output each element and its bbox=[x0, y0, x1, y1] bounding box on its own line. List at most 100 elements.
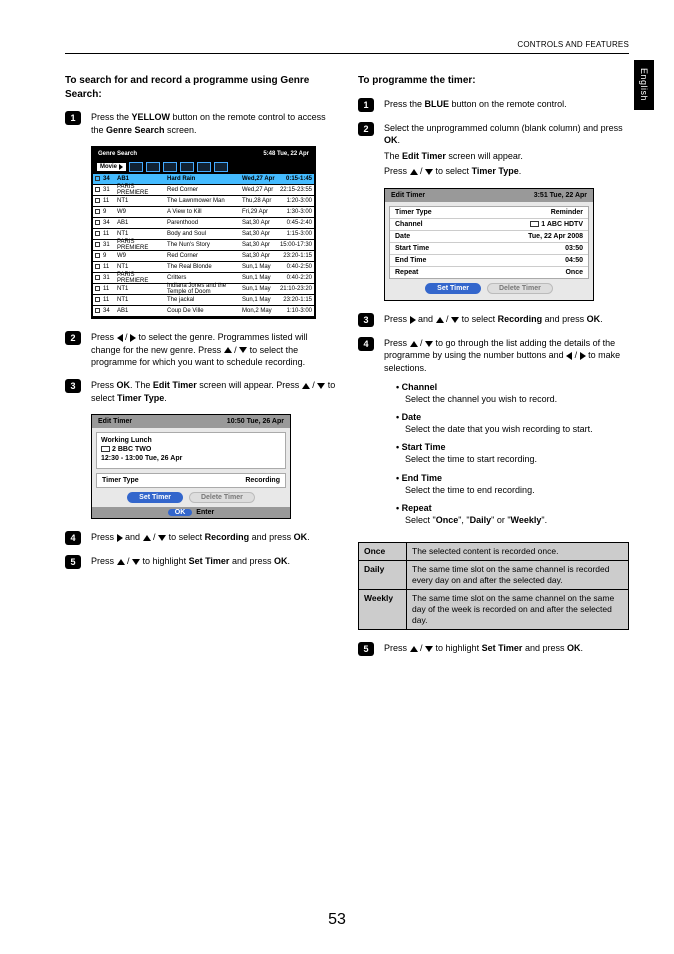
text: Press bbox=[91, 332, 117, 342]
edit-timer-screenshot-left: Edit Timer10:50 Tue, 26 Apr Working Lunc… bbox=[91, 414, 291, 519]
repeat-table: OnceThe selected content is recorded onc… bbox=[358, 542, 629, 630]
down-arrow-icon bbox=[425, 646, 433, 652]
set-timer-button: Set Timer bbox=[127, 492, 183, 503]
up-arrow-icon bbox=[436, 317, 444, 323]
text: Timer Type bbox=[117, 393, 164, 403]
page-number: 53 bbox=[0, 911, 674, 929]
text: OK bbox=[384, 135, 398, 145]
text: . bbox=[307, 532, 310, 542]
et2-title: Edit Timer bbox=[391, 192, 425, 199]
text: . bbox=[519, 166, 522, 176]
text: and press bbox=[229, 556, 274, 566]
text: Press bbox=[91, 380, 117, 390]
et-title: Edit Timer bbox=[98, 418, 132, 425]
left-arrow-icon bbox=[117, 334, 123, 342]
text: OK bbox=[274, 556, 288, 566]
text: button on the remote control. bbox=[449, 99, 567, 109]
text: Press the bbox=[384, 99, 425, 109]
right-step-1: 1 Press the BLUE button on the remote co… bbox=[358, 98, 629, 112]
right-column: To programme the timer: 1 Press the BLUE… bbox=[358, 74, 629, 666]
text: . bbox=[287, 556, 290, 566]
et2-row: Channel1 ABC HDTV bbox=[390, 219, 588, 231]
text: Select the unprogrammed column (blank co… bbox=[384, 123, 623, 133]
step-number-icon: 1 bbox=[358, 98, 374, 112]
left-step-4: 4 Press and / to select Recording and pr… bbox=[65, 531, 336, 545]
right-step-2: 2 Select the unprogrammed column (blank … bbox=[358, 122, 629, 178]
down-arrow-icon bbox=[425, 169, 433, 175]
text: Recording bbox=[498, 314, 543, 324]
up-arrow-icon bbox=[410, 341, 418, 347]
gs-movie-tab: Movie bbox=[97, 163, 126, 171]
gs-row: 34AB1Coup De VilleMon,2 May1:10-3:00 bbox=[93, 306, 314, 317]
down-arrow-icon bbox=[132, 559, 140, 565]
et2-row: Start Time03:50 bbox=[390, 243, 588, 255]
up-arrow-icon bbox=[410, 169, 418, 175]
left-column: To search for and record a programme usi… bbox=[65, 74, 336, 666]
gs-cat-icon bbox=[129, 162, 143, 172]
gs-row: 11NT1Indiana Jones and the Temple of Doo… bbox=[93, 284, 314, 295]
tv-icon bbox=[101, 446, 110, 452]
et-tt-value: Recording bbox=[245, 477, 280, 484]
up-arrow-icon bbox=[224, 347, 232, 353]
text: OK bbox=[117, 380, 131, 390]
text: and press bbox=[522, 643, 567, 653]
text: OK bbox=[587, 314, 601, 324]
text: . bbox=[580, 643, 583, 653]
down-arrow-icon bbox=[158, 535, 166, 541]
gs-cat-icon bbox=[214, 162, 228, 172]
step-number-icon: 4 bbox=[358, 337, 374, 351]
right-step-4: 4 Press / to go through the list adding … bbox=[358, 337, 629, 532]
text: to select bbox=[166, 532, 205, 542]
text: to select bbox=[459, 314, 498, 324]
text: . The bbox=[130, 380, 153, 390]
step-number-icon: 5 bbox=[65, 555, 81, 569]
et2-row: End Time04:50 bbox=[390, 255, 588, 267]
down-arrow-icon bbox=[425, 341, 433, 347]
right-heading: To programme the timer: bbox=[358, 74, 629, 88]
et2-time: 3:51 Tue, 22 Apr bbox=[534, 192, 587, 199]
right-step-5: 5 Press / to highlight Set Timer and pre… bbox=[358, 642, 629, 656]
text: screen will appear. Press bbox=[197, 380, 302, 390]
et2-row: DateTue, 22 Apr 2008 bbox=[390, 231, 588, 243]
step-number-icon: 5 bbox=[358, 642, 374, 656]
text: and bbox=[416, 314, 436, 324]
edit-timer-screenshot-right: Edit Timer3:51 Tue, 22 Apr Timer TypeRem… bbox=[384, 188, 594, 301]
language-tab: English bbox=[634, 60, 654, 110]
et2-row: RepeatOnce bbox=[390, 267, 588, 278]
delete-timer-button: Delete Timer bbox=[189, 492, 255, 503]
step-number-icon: 2 bbox=[358, 122, 374, 136]
gs-time: 5:48 Tue, 22 Apr bbox=[263, 151, 309, 157]
step-number-icon: 2 bbox=[65, 331, 81, 345]
left-step-2: 2 Press / to select the genre. Programme… bbox=[65, 331, 336, 369]
blue-button-label: BLUE bbox=[425, 99, 450, 109]
text: Press bbox=[91, 532, 117, 542]
left-step-3: 3 Press OK. The Edit Timer screen will a… bbox=[65, 379, 336, 404]
gs-category-bar: Movie bbox=[93, 160, 314, 174]
down-arrow-icon bbox=[451, 317, 459, 323]
text: The bbox=[384, 151, 402, 161]
bullet-item: Start TimeSelect the time to start recor… bbox=[396, 441, 629, 465]
enter-label: Enter bbox=[196, 509, 214, 516]
et-channel: 2 BBC TWO bbox=[112, 446, 151, 453]
left-step-1: 1 Press the YELLOW button on the remote … bbox=[65, 111, 336, 136]
yellow-button-label: YELLOW bbox=[132, 112, 171, 122]
text: OK bbox=[567, 643, 581, 653]
text: . bbox=[600, 314, 603, 324]
gs-row: 9W9A View to KillFri,29 Apr1:30-3:00 bbox=[93, 207, 314, 218]
text: Timer Type bbox=[472, 166, 519, 176]
bullet-item: DateSelect the date that you wish record… bbox=[396, 411, 629, 435]
text: Press the bbox=[91, 112, 132, 122]
gs-cat-icon bbox=[197, 162, 211, 172]
bullet-item: RepeatSelect "Once", "Daily" or "Weekly"… bbox=[396, 502, 629, 526]
table-row: OnceThe selected content is recorded onc… bbox=[359, 543, 629, 561]
bullet-item: End TimeSelect the time to end recording… bbox=[396, 472, 629, 496]
text: Press bbox=[384, 314, 410, 324]
gs-row: 34AB1ParenthoodSat,30 Apr0:45-2:40 bbox=[93, 218, 314, 229]
text: and press bbox=[542, 314, 587, 324]
gs-cat-icon bbox=[180, 162, 194, 172]
text: and press bbox=[249, 532, 294, 542]
text: to highlight bbox=[140, 556, 189, 566]
gs-title: Genre Search bbox=[98, 151, 137, 157]
right-step-3: 3 Press and / to select Recording and pr… bbox=[358, 313, 629, 327]
et-slot: 12:30 - 13:00 Tue, 26 Apr bbox=[101, 455, 281, 462]
